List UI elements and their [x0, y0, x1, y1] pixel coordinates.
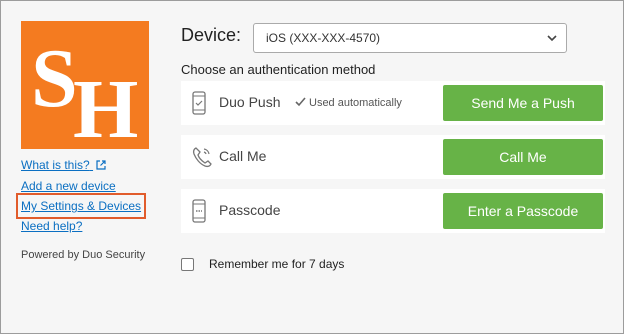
enter-passcode-button[interactable]: Enter a Passcode	[443, 193, 603, 229]
phone-icon	[191, 91, 207, 120]
used-automatically-note: Used automatically	[295, 97, 402, 110]
svg-text:S: S	[31, 32, 78, 125]
device-select[interactable]: iOS (XXX-XXX-4570)	[253, 23, 567, 53]
university-logo: S H	[21, 21, 149, 149]
method-row-call-me: Call Me Call Me	[181, 135, 605, 179]
my-settings-devices-link[interactable]: My Settings & Devices	[15, 193, 147, 219]
method-row-duo-push: Duo Push Used automatically Send Me a Pu…	[181, 81, 605, 125]
chevron-down-icon	[546, 32, 558, 47]
method-label: Call Me	[219, 148, 267, 164]
device-label: Device:	[181, 25, 242, 45]
external-link-icon	[96, 156, 106, 176]
method-row-passcode: Passcode Enter a Passcode	[181, 189, 605, 233]
svg-text:H: H	[73, 63, 138, 149]
device-select-value: iOS (XXX-XXX-4570)	[266, 31, 381, 45]
remember-checkbox[interactable]	[181, 258, 194, 271]
sh-monogram-icon: S H	[31, 32, 138, 149]
need-help-link[interactable]: Need help?	[21, 216, 143, 236]
passcode-icon	[191, 199, 207, 228]
phone-call-icon	[191, 145, 213, 174]
choose-method-heading: Choose an authentication method	[181, 62, 376, 77]
remember-label: Remember me for 7 days	[209, 257, 345, 271]
help-links: What is this? Add a new device My Settin…	[15, 155, 147, 236]
powered-by-text: Powered by Duo Security	[21, 249, 146, 261]
duo-auth-frame: S H What is this? Add a new device My Se…	[0, 0, 624, 334]
what-is-this-link[interactable]: What is this?	[21, 155, 143, 176]
send-push-button[interactable]: Send Me a Push	[443, 85, 603, 121]
checkmark-icon	[295, 97, 306, 110]
add-new-device-link[interactable]: Add a new device	[21, 176, 143, 196]
method-label: Passcode	[219, 202, 281, 218]
method-label: Duo Push	[219, 94, 281, 110]
call-me-button[interactable]: Call Me	[443, 139, 603, 175]
